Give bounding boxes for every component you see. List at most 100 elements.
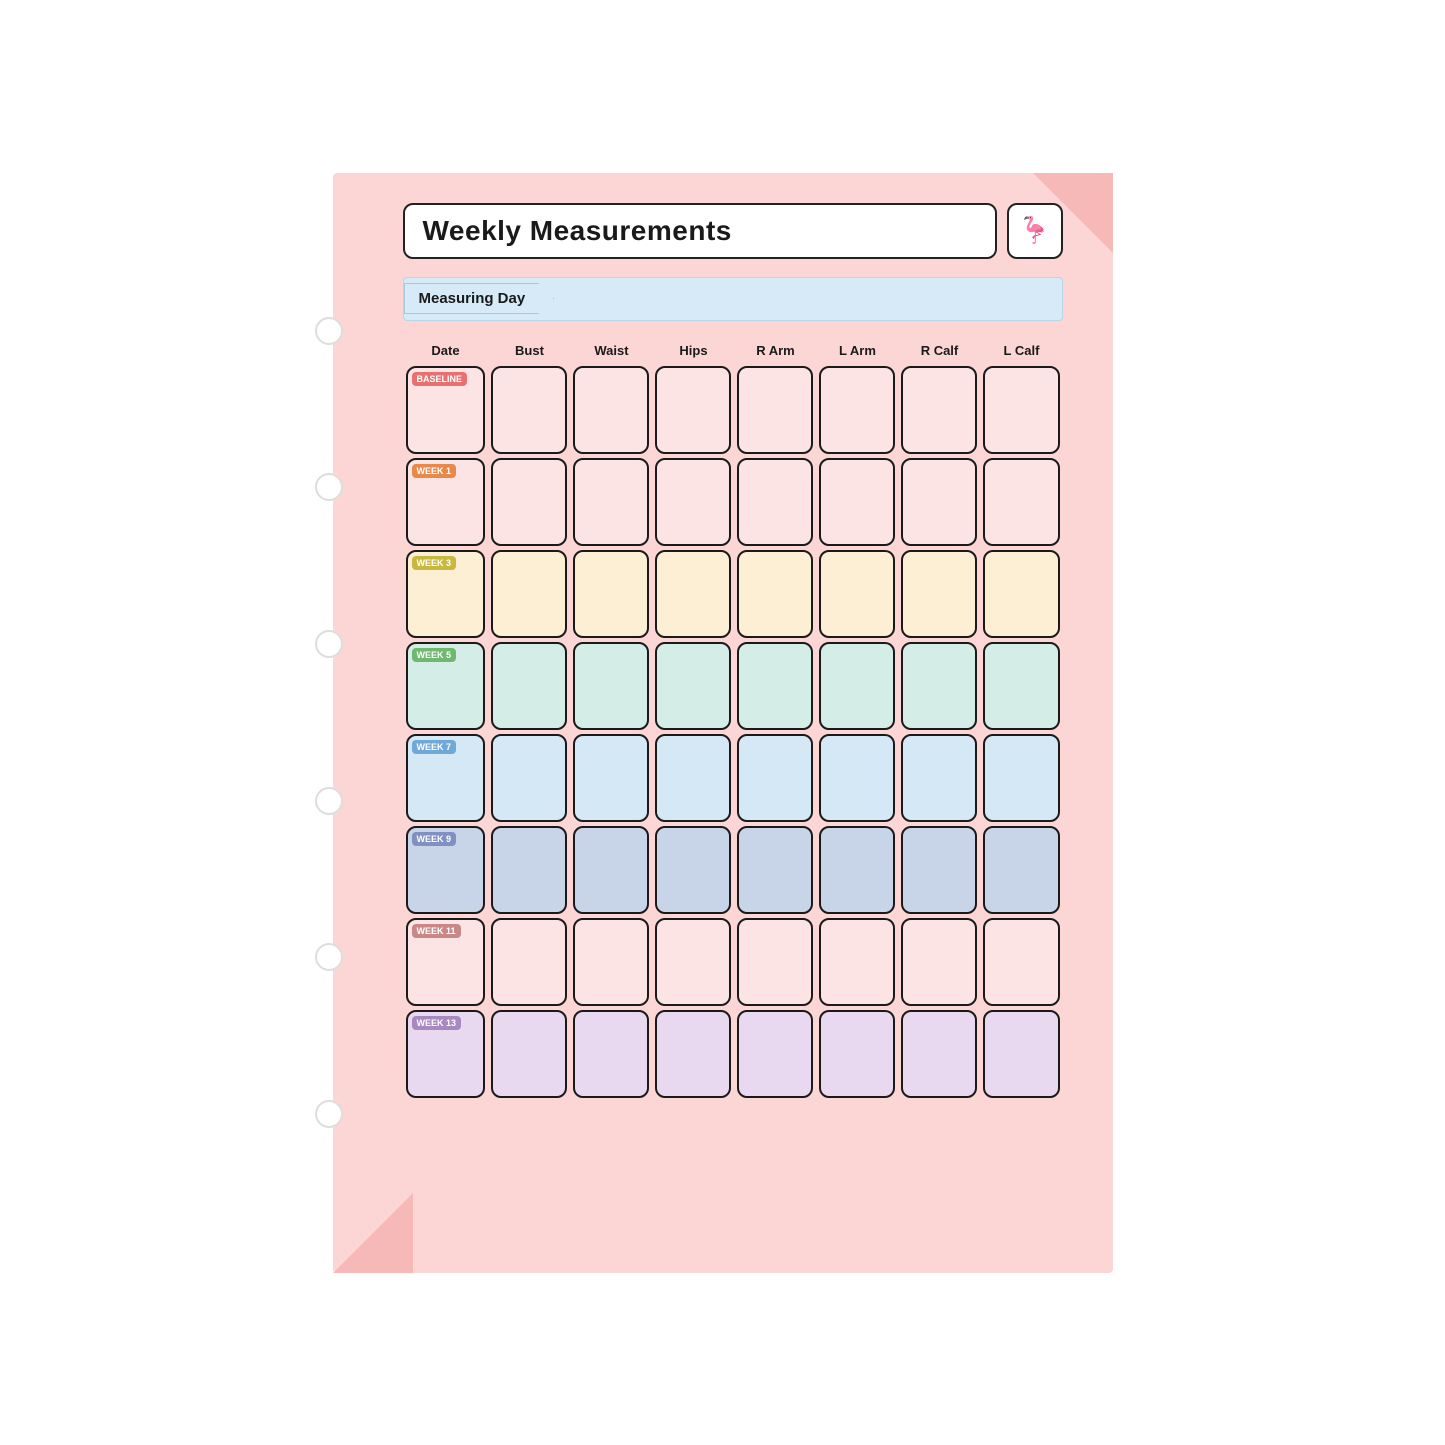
cell-week9-1[interactable] xyxy=(488,824,570,916)
cell-box-week5-0[interactable]: WEEK 5 xyxy=(406,642,486,730)
cell-week9-6[interactable] xyxy=(898,824,980,916)
cell-week3-0[interactable]: WEEK 3 xyxy=(403,548,489,640)
cell-week7-6[interactable] xyxy=(898,732,980,824)
cell-week5-5[interactable] xyxy=(816,640,898,732)
cell-week13-7[interactable] xyxy=(980,1008,1062,1100)
cell-week5-7[interactable] xyxy=(980,640,1062,732)
cell-box-week5-7[interactable] xyxy=(983,642,1059,730)
cell-box-week3-5[interactable] xyxy=(819,550,895,638)
cell-box-week5-4[interactable] xyxy=(737,642,813,730)
cell-week9-2[interactable] xyxy=(570,824,652,916)
cell-week3-7[interactable] xyxy=(980,548,1062,640)
cell-box-baseline-7[interactable] xyxy=(983,366,1059,454)
cell-box-week13-5[interactable] xyxy=(819,1010,895,1098)
cell-week13-4[interactable] xyxy=(734,1008,816,1100)
cell-box-week5-1[interactable] xyxy=(491,642,567,730)
cell-box-week9-6[interactable] xyxy=(901,826,977,914)
cell-box-baseline-0[interactable]: BASELINE xyxy=(406,366,486,454)
cell-baseline-7[interactable] xyxy=(980,364,1062,456)
cell-box-week3-1[interactable] xyxy=(491,550,567,638)
cell-week13-0[interactable]: WEEK 13 xyxy=(403,1008,489,1100)
cell-week5-4[interactable] xyxy=(734,640,816,732)
cell-week3-5[interactable] xyxy=(816,548,898,640)
cell-week5-6[interactable] xyxy=(898,640,980,732)
cell-box-week3-2[interactable] xyxy=(573,550,649,638)
cell-week1-7[interactable] xyxy=(980,456,1062,548)
cell-week9-4[interactable] xyxy=(734,824,816,916)
cell-box-week3-7[interactable] xyxy=(983,550,1059,638)
cell-week1-1[interactable] xyxy=(488,456,570,548)
cell-week11-4[interactable] xyxy=(734,916,816,1008)
cell-baseline-6[interactable] xyxy=(898,364,980,456)
cell-week1-6[interactable] xyxy=(898,456,980,548)
cell-week5-1[interactable] xyxy=(488,640,570,732)
cell-baseline-5[interactable] xyxy=(816,364,898,456)
cell-week7-0[interactable]: WEEK 7 xyxy=(403,732,489,824)
cell-week7-3[interactable] xyxy=(652,732,734,824)
cell-week7-4[interactable] xyxy=(734,732,816,824)
cell-box-week9-2[interactable] xyxy=(573,826,649,914)
cell-box-week9-5[interactable] xyxy=(819,826,895,914)
cell-week3-3[interactable] xyxy=(652,548,734,640)
cell-week7-5[interactable] xyxy=(816,732,898,824)
cell-baseline-1[interactable] xyxy=(488,364,570,456)
cell-box-week13-0[interactable]: WEEK 13 xyxy=(406,1010,486,1098)
cell-week5-3[interactable] xyxy=(652,640,734,732)
cell-week11-0[interactable]: WEEK 11 xyxy=(403,916,489,1008)
cell-box-week3-0[interactable]: WEEK 3 xyxy=(406,550,486,638)
cell-week5-2[interactable] xyxy=(570,640,652,732)
cell-box-week5-2[interactable] xyxy=(573,642,649,730)
cell-box-week1-3[interactable] xyxy=(655,458,731,546)
cell-baseline-3[interactable] xyxy=(652,364,734,456)
cell-week13-3[interactable] xyxy=(652,1008,734,1100)
cell-week3-6[interactable] xyxy=(898,548,980,640)
cell-week5-0[interactable]: WEEK 5 xyxy=(403,640,489,732)
cell-baseline-2[interactable] xyxy=(570,364,652,456)
cell-box-week11-0[interactable]: WEEK 11 xyxy=(406,918,486,1006)
cell-week13-6[interactable] xyxy=(898,1008,980,1100)
cell-box-week7-4[interactable] xyxy=(737,734,813,822)
cell-week1-2[interactable] xyxy=(570,456,652,548)
cell-week7-7[interactable] xyxy=(980,732,1062,824)
cell-box-week13-3[interactable] xyxy=(655,1010,731,1098)
cell-week3-1[interactable] xyxy=(488,548,570,640)
cell-box-week11-3[interactable] xyxy=(655,918,731,1006)
cell-box-week1-1[interactable] xyxy=(491,458,567,546)
cell-week9-3[interactable] xyxy=(652,824,734,916)
cell-box-week9-3[interactable] xyxy=(655,826,731,914)
cell-box-week3-4[interactable] xyxy=(737,550,813,638)
cell-week11-5[interactable] xyxy=(816,916,898,1008)
cell-box-week1-7[interactable] xyxy=(983,458,1059,546)
cell-week9-7[interactable] xyxy=(980,824,1062,916)
cell-box-week13-7[interactable] xyxy=(983,1010,1059,1098)
cell-week13-2[interactable] xyxy=(570,1008,652,1100)
cell-box-week3-3[interactable] xyxy=(655,550,731,638)
cell-box-week7-1[interactable] xyxy=(491,734,567,822)
cell-week1-4[interactable] xyxy=(734,456,816,548)
cell-week7-2[interactable] xyxy=(570,732,652,824)
cell-box-week11-7[interactable] xyxy=(983,918,1059,1006)
cell-week11-3[interactable] xyxy=(652,916,734,1008)
cell-box-week1-6[interactable] xyxy=(901,458,977,546)
cell-box-week7-6[interactable] xyxy=(901,734,977,822)
cell-week1-3[interactable] xyxy=(652,456,734,548)
cell-baseline-0[interactable]: BASELINE xyxy=(403,364,489,456)
cell-box-week1-2[interactable] xyxy=(573,458,649,546)
cell-box-week7-0[interactable]: WEEK 7 xyxy=(406,734,486,822)
cell-box-baseline-1[interactable] xyxy=(491,366,567,454)
cell-week7-1[interactable] xyxy=(488,732,570,824)
cell-box-week3-6[interactable] xyxy=(901,550,977,638)
cell-box-week1-4[interactable] xyxy=(737,458,813,546)
cell-box-week7-2[interactable] xyxy=(573,734,649,822)
cell-box-baseline-5[interactable] xyxy=(819,366,895,454)
cell-box-week5-5[interactable] xyxy=(819,642,895,730)
cell-box-week1-0[interactable]: WEEK 1 xyxy=(406,458,486,546)
cell-week11-1[interactable] xyxy=(488,916,570,1008)
cell-box-week7-5[interactable] xyxy=(819,734,895,822)
cell-week13-5[interactable] xyxy=(816,1008,898,1100)
cell-box-week11-1[interactable] xyxy=(491,918,567,1006)
cell-box-week11-6[interactable] xyxy=(901,918,977,1006)
cell-box-week13-6[interactable] xyxy=(901,1010,977,1098)
cell-week11-6[interactable] xyxy=(898,916,980,1008)
cell-week1-5[interactable] xyxy=(816,456,898,548)
